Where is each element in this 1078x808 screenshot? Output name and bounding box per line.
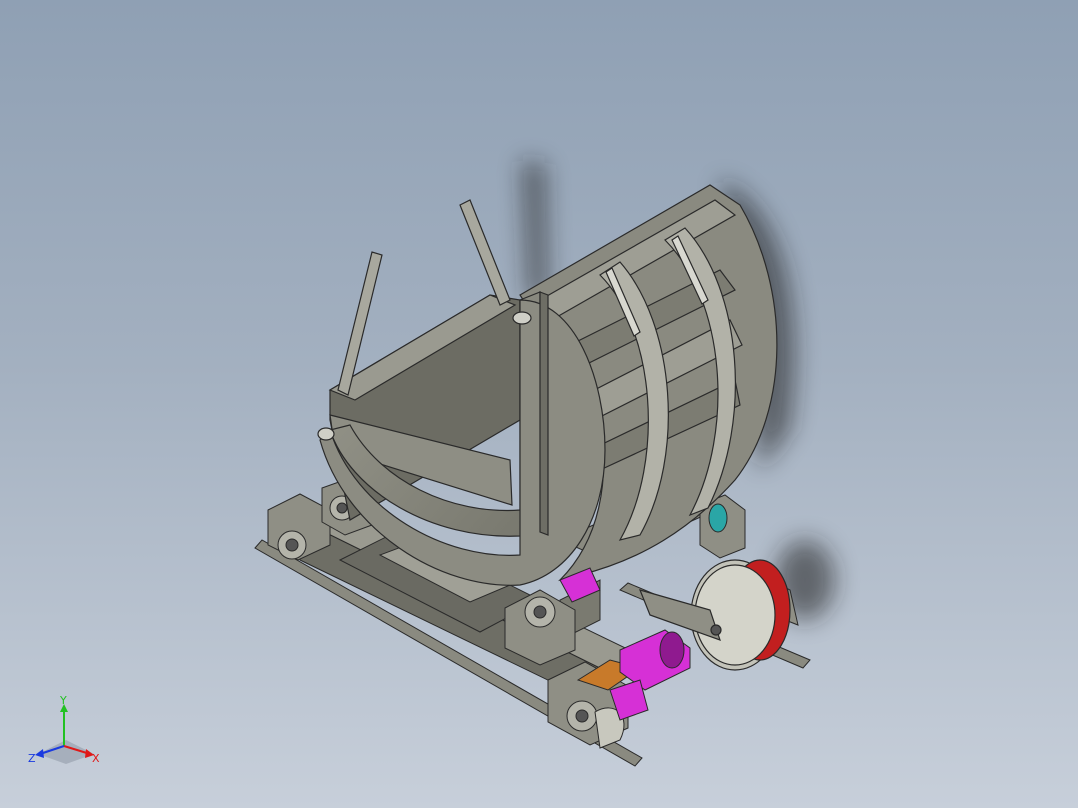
cad-model[interactable] [0, 0, 1078, 808]
triad-x-label: X [92, 752, 100, 765]
triad-z-arrow [35, 749, 44, 758]
orientation-triad[interactable]: Y X Z [28, 694, 104, 766]
graphics-viewport[interactable]: Y X Z [0, 0, 1078, 808]
triad-y-label: Y [59, 694, 67, 707]
triad-z-label: Z [28, 752, 36, 765]
